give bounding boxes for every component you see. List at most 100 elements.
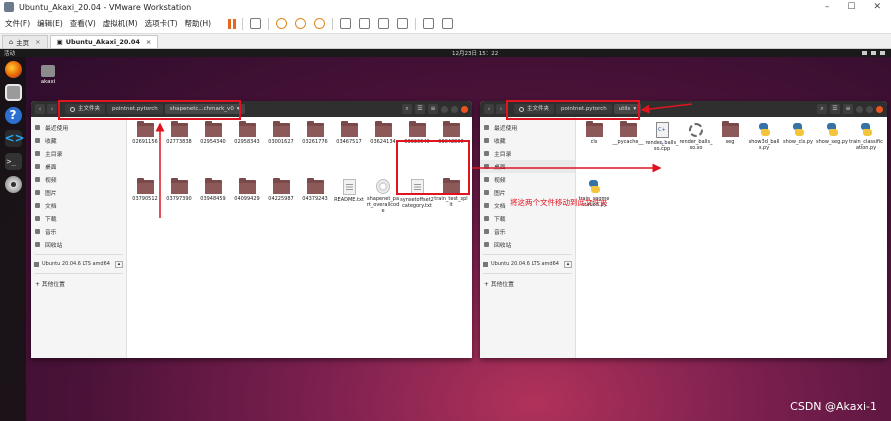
search-icon[interactable]: ⌕ <box>817 104 827 114</box>
file-item[interactable]: 02773838 <box>162 121 196 178</box>
sidebar-device[interactable]: Ubuntu 20.04.6 LTS amd64 ▴ <box>483 258 572 270</box>
close-button[interactable] <box>461 105 468 113</box>
sidebar-item[interactable]: 桌面 <box>480 160 575 173</box>
firefox-icon[interactable] <box>4 61 22 78</box>
search-icon[interactable]: ⌕ <box>402 104 412 114</box>
eject-icon[interactable]: ▴ <box>564 260 572 268</box>
file-item[interactable]: train_classification.py <box>849 121 883 178</box>
sidebar-item[interactable]: 视频 <box>480 173 575 186</box>
minimize-button[interactable]: – <box>825 2 830 12</box>
back-button[interactable]: ‹ <box>35 104 45 114</box>
file-item[interactable]: show_cls.py <box>781 121 815 178</box>
sidebar-item[interactable]: 主目录 <box>31 147 126 160</box>
menu-tabs[interactable]: 选项卡(T) <box>145 18 178 29</box>
library-icon[interactable] <box>340 18 352 29</box>
close-button[interactable] <box>876 105 883 113</box>
file-item[interactable]: cls <box>577 121 611 178</box>
sidebar-item[interactable]: 回收站 <box>480 238 575 251</box>
file-item[interactable]: 03624134 <box>366 121 400 178</box>
vscode-icon[interactable]: <> <box>4 130 25 147</box>
menu-file[interactable]: 文件(F) <box>5 18 30 29</box>
send-keys-icon[interactable] <box>250 18 262 29</box>
sidebar-item[interactable]: 最近使用 <box>480 121 575 134</box>
view-toggle-icon[interactable]: ☰ <box>415 104 425 114</box>
sidebar-item[interactable]: 图片 <box>31 186 126 199</box>
maximize-button[interactable] <box>451 105 458 113</box>
menu-edit[interactable]: 编辑(E) <box>37 18 63 29</box>
file-item[interactable]: 02691156 <box>128 121 162 178</box>
sidebar-item[interactable]: 音乐 <box>480 225 575 238</box>
file-item[interactable]: __pycache__ <box>611 121 645 178</box>
system-tray[interactable] <box>862 51 885 55</box>
file-item[interactable]: shapenet_part_overallcode <box>366 178 400 235</box>
sidebar-item[interactable]: 最近使用 <box>31 121 126 134</box>
back-button[interactable]: ‹ <box>484 104 494 114</box>
snapshot-manager-icon[interactable] <box>314 18 326 29</box>
file-item[interactable]: 03467517 <box>332 121 366 178</box>
file-item[interactable]: 04099429 <box>230 178 264 235</box>
menu-icon[interactable]: ≡ <box>843 104 853 114</box>
file-view[interactable]: cls __pycache__C++render_balls_so.cpprend… <box>577 117 887 358</box>
sidebar-other-locations[interactable]: + 其他位置 <box>480 277 575 290</box>
revert-snapshot-icon[interactable] <box>295 18 307 29</box>
forward-button[interactable]: › <box>496 104 506 114</box>
menu-icon[interactable]: ≡ <box>428 104 438 114</box>
sidebar-device[interactable]: Ubuntu 20.04.6 LTS amd64 ▴ <box>34 258 123 270</box>
sidebar-item[interactable]: 文档 <box>31 199 126 212</box>
forward-button[interactable]: › <box>47 104 57 114</box>
files-icon[interactable] <box>4 84 22 101</box>
sidebar-item[interactable]: 音乐 <box>31 225 126 238</box>
unity-icon[interactable] <box>397 18 409 29</box>
file-item[interactable]: 03790512 <box>128 178 162 235</box>
terminal-icon[interactable]: >_ <box>4 153 22 170</box>
eject-icon[interactable]: ▴ <box>115 260 123 268</box>
view-toggle-icon[interactable]: ☰ <box>830 104 840 114</box>
menu-view[interactable]: 查看(V) <box>70 18 96 29</box>
fullscreen-icon[interactable] <box>378 18 390 29</box>
file-item[interactable]: C++render_balls_so.cpp <box>645 121 679 178</box>
help-icon[interactable]: ? <box>4 107 22 124</box>
file-item[interactable]: 04225987 <box>264 178 298 235</box>
minimize-button[interactable] <box>856 105 863 113</box>
file-item[interactable]: 03001627 <box>264 121 298 178</box>
sidebar-item[interactable]: 下载 <box>480 212 575 225</box>
snapshot-icon[interactable] <box>276 18 288 29</box>
sidebar-item[interactable]: 主目录 <box>480 147 575 160</box>
file-item[interactable]: render_balls_so.so <box>679 121 713 178</box>
disc-icon[interactable] <box>4 176 22 193</box>
pause-icon[interactable] <box>228 18 237 29</box>
tab-vm[interactable]: ▣ Ubuntu_Akaxi_20.04 × <box>49 35 159 48</box>
file-item[interactable]: 03797390 <box>162 178 196 235</box>
menu-vm[interactable]: 虚拟机(M) <box>103 18 138 29</box>
minimize-button[interactable] <box>441 105 448 113</box>
file-item[interactable]: 04379243 <box>298 178 332 235</box>
activities-button[interactable]: 活动 <box>4 49 15 57</box>
file-item[interactable]: 02954340 <box>196 121 230 178</box>
sidebar-item[interactable]: 收藏 <box>480 134 575 147</box>
clock[interactable]: 12月23日 15：22 <box>452 49 498 57</box>
menu-help[interactable]: 帮助(H) <box>185 18 212 29</box>
sidebar-other-locations[interactable]: + 其他位置 <box>31 277 126 290</box>
file-item[interactable]: README.txt <box>332 178 366 235</box>
file-item[interactable]: show3d_balls.py <box>747 121 781 178</box>
thumbnail-icon[interactable] <box>359 18 371 29</box>
sidebar-item[interactable]: 桌面 <box>31 160 126 173</box>
file-item[interactable]: 03261776 <box>298 121 332 178</box>
sidebar-item[interactable]: 收藏 <box>31 134 126 147</box>
close-icon[interactable]: × <box>35 38 40 46</box>
sidebar-item[interactable]: 视频 <box>31 173 126 186</box>
close-button[interactable]: ✕ <box>873 2 881 12</box>
maximize-button[interactable] <box>866 105 873 113</box>
console-view-icon[interactable] <box>423 18 435 29</box>
file-item[interactable]: 02958343 <box>230 121 264 178</box>
tab-home[interactable]: ⌂ 主页 × <box>2 35 48 48</box>
file-item[interactable]: seg <box>713 121 747 178</box>
maximize-button[interactable]: ☐ <box>847 2 855 12</box>
sidebar-item[interactable]: 回收站 <box>31 238 126 251</box>
file-item[interactable]: show_seg.py <box>815 121 849 178</box>
desktop-home-folder[interactable]: akaxi <box>38 65 58 85</box>
close-icon[interactable]: × <box>146 38 151 46</box>
stretch-icon[interactable] <box>442 18 454 29</box>
file-item[interactable]: 03948459 <box>196 178 230 235</box>
sidebar-item[interactable]: 下载 <box>31 212 126 225</box>
